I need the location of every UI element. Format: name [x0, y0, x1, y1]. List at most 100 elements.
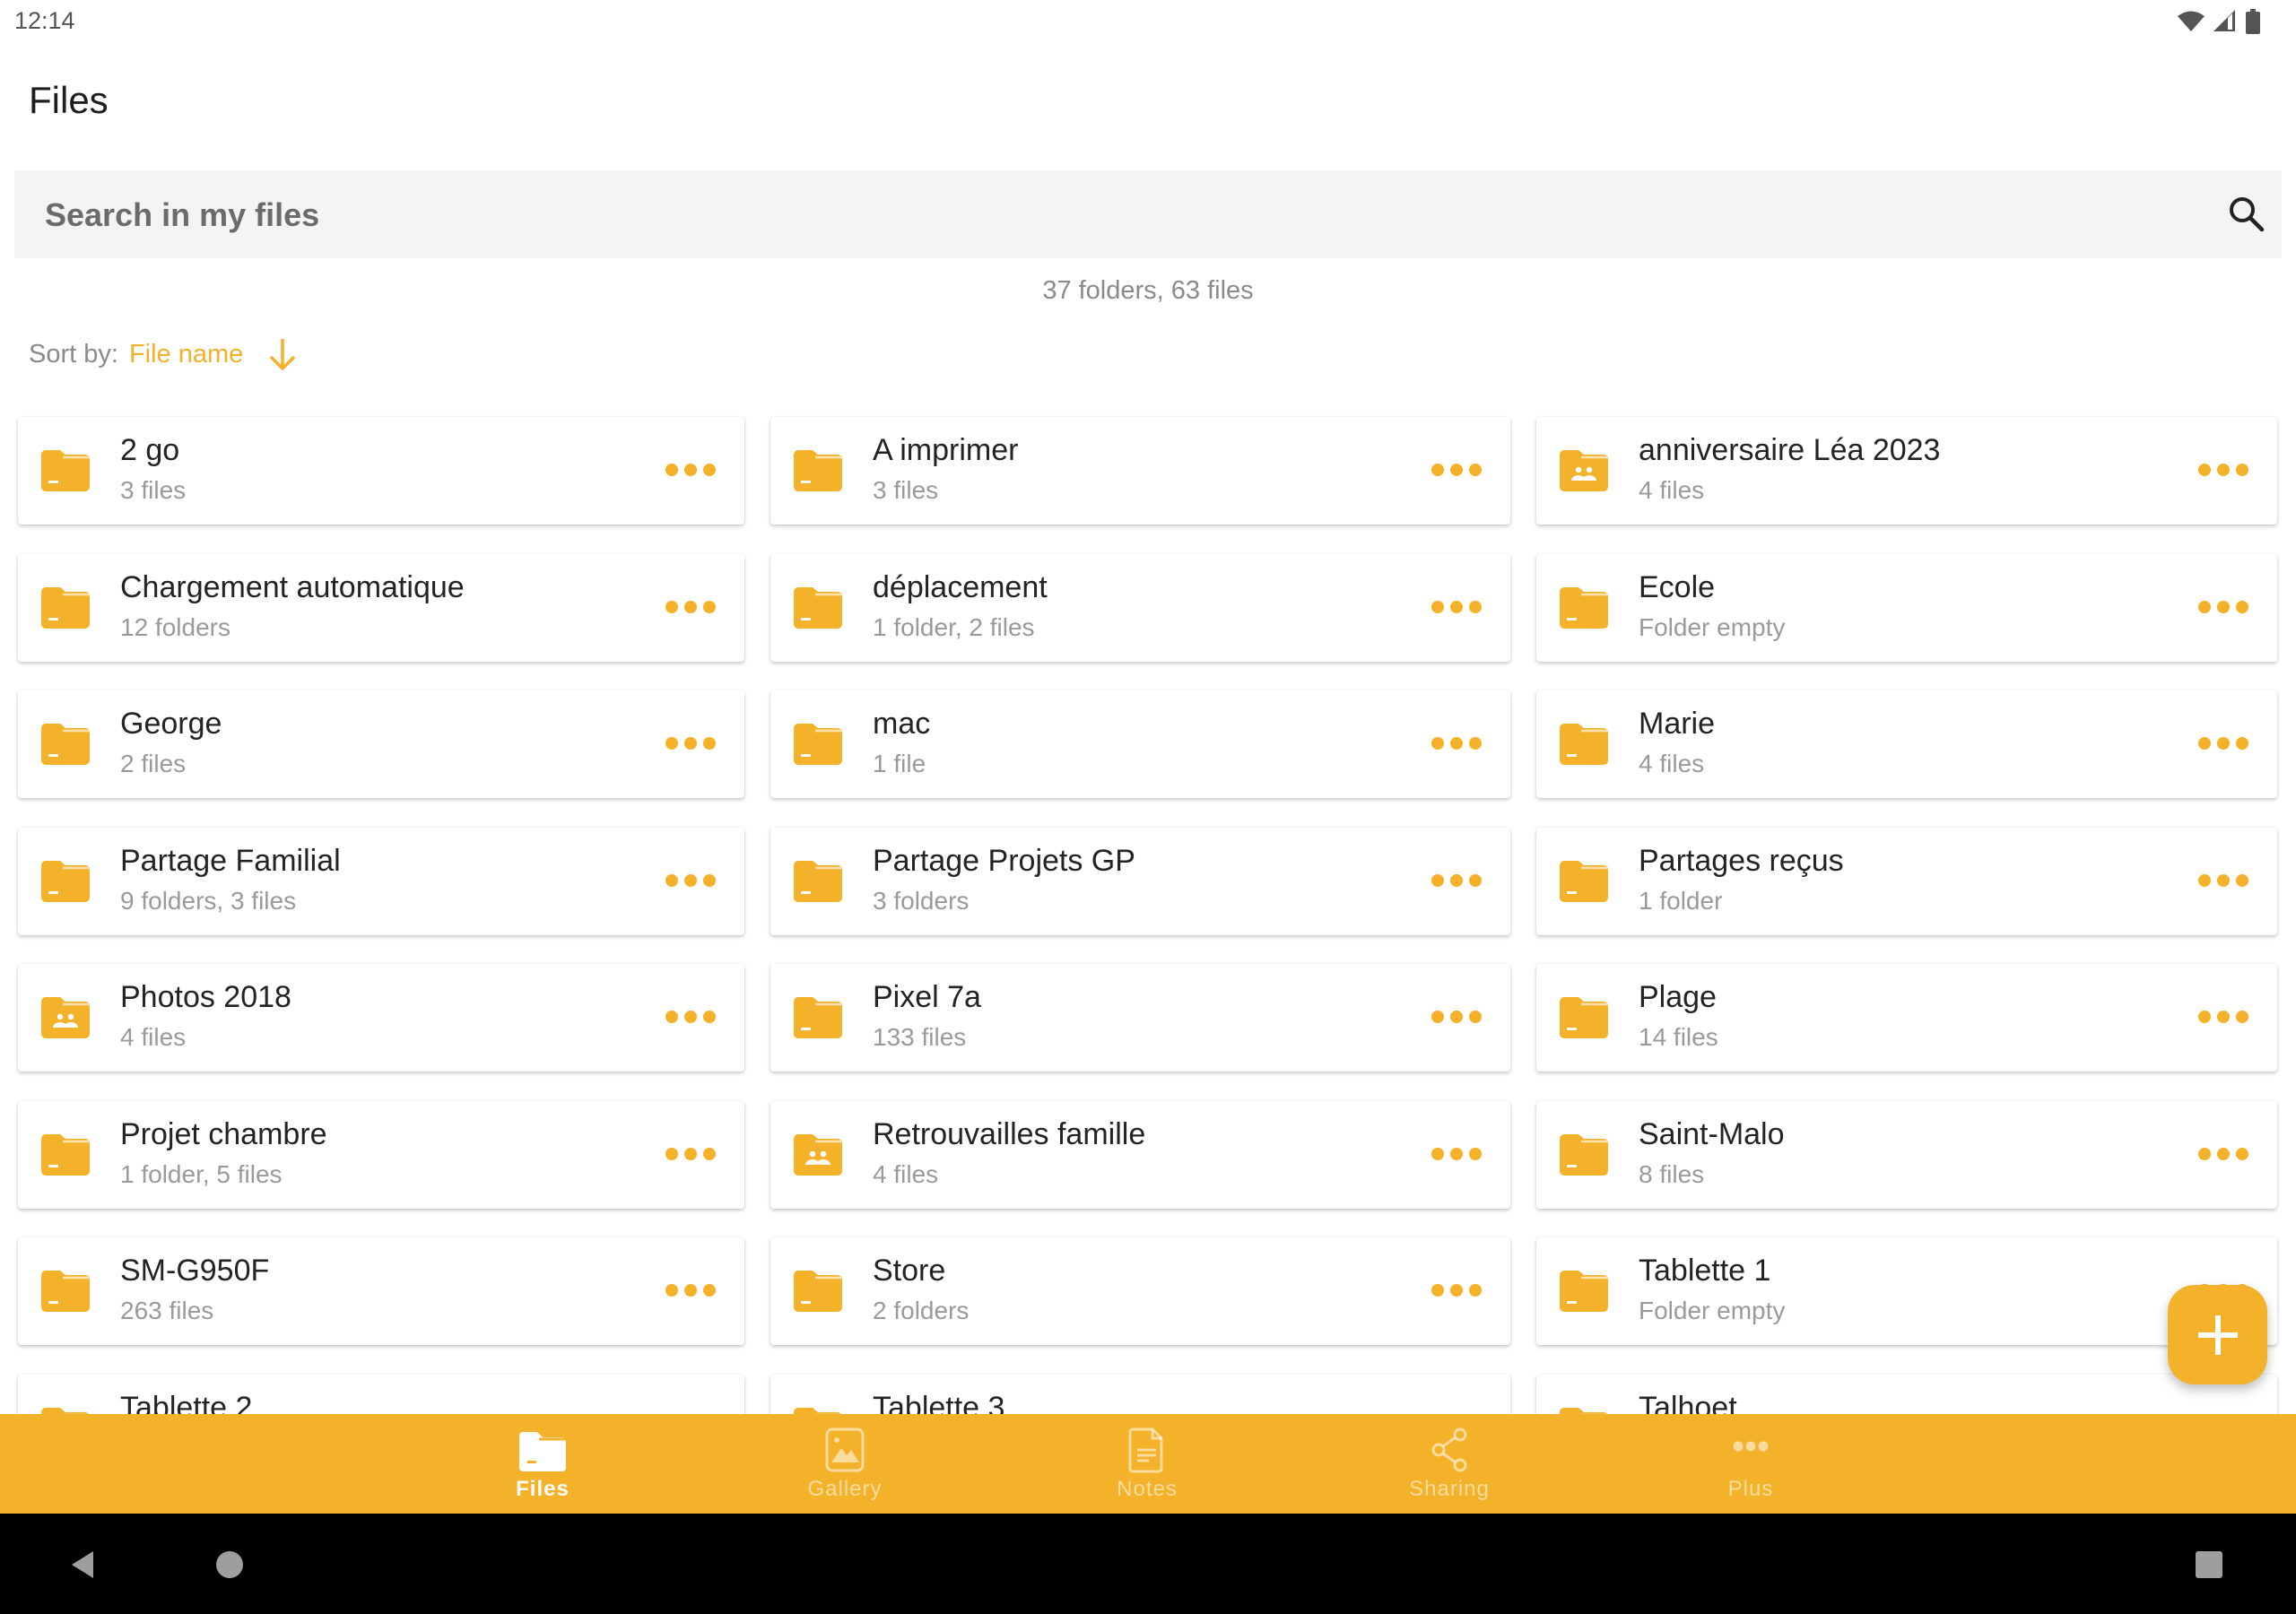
dot [665, 600, 678, 613]
dot [703, 1011, 716, 1023]
folder-info: 1 folder, 2 files [873, 612, 1035, 641]
folder-card[interactable]: anniversaire Léa 2023 4 files [1536, 417, 2277, 525]
dot [2236, 464, 2248, 476]
folder-name: Partage Familial [120, 843, 341, 878]
nav-gallery[interactable]: Gallery [746, 1414, 944, 1514]
folder-card[interactable]: Projet chambre 1 folder, 5 files [18, 1100, 744, 1209]
folder-name: Tablette 1 [1639, 1254, 1771, 1288]
nav-files[interactable]: Files [444, 1414, 641, 1514]
more-options-icon[interactable] [2198, 869, 2248, 892]
search-bar[interactable] [14, 170, 2282, 260]
home-button[interactable] [215, 1550, 244, 1579]
folder-info: 4 files [873, 1159, 939, 1188]
more-options-icon[interactable] [2198, 732, 2248, 755]
folder-icon [1560, 724, 1608, 765]
folder-card[interactable]: mac 1 file [770, 690, 1510, 798]
folder-card[interactable]: Marie 4 files [1536, 690, 2277, 798]
dot [703, 1284, 716, 1297]
recents-button[interactable] [2196, 1551, 2222, 1578]
folder-card[interactable]: Partages reçus 1 folder [1536, 827, 2277, 935]
folder-card[interactable]: SM-G950F 263 files [18, 1237, 744, 1345]
nav-sharing[interactable]: Sharing [1351, 1414, 1548, 1514]
nav-label: Sharing [1409, 1477, 1490, 1501]
more-options-icon[interactable] [665, 1279, 716, 1302]
search-icon[interactable] [2226, 194, 2267, 235]
folder-name: Chargement automatique [120, 569, 465, 604]
nav-label: Notes [1117, 1477, 1178, 1501]
folder-card[interactable]: déplacement 1 folder, 2 files [770, 553, 1510, 662]
folder-card[interactable]: Saint-Malo 8 files [1536, 1100, 2277, 1209]
folder-info: 8 files [1639, 1159, 1705, 1188]
dot [1450, 1147, 1463, 1160]
folder-card[interactable]: A imprimer 3 files [770, 417, 1510, 525]
dot [1431, 1011, 1444, 1023]
folder-icon [41, 450, 90, 491]
folder-card[interactable]: Ecole Folder empty [1536, 553, 2277, 662]
folder-info: 9 folders, 3 files [120, 886, 297, 915]
status-icons [2178, 9, 2260, 34]
folder-card[interactable]: Plage 14 files [1536, 964, 2277, 1072]
more-options-icon[interactable] [665, 732, 716, 755]
dot [703, 737, 716, 750]
folder-icon [41, 586, 90, 629]
folder-name: Partages reçus [1639, 843, 1844, 878]
search-input[interactable] [43, 170, 2109, 260]
folder-card[interactable]: Photos 2018 4 files [18, 964, 744, 1072]
more-options-icon[interactable] [2198, 1005, 2248, 1028]
sort-control[interactable]: Sort by: File name [29, 336, 299, 372]
more-options-icon[interactable] [1431, 732, 1482, 755]
folder-name: Plage [1639, 980, 1717, 1014]
nav-plus[interactable]: Plus [1652, 1414, 1849, 1514]
add-button[interactable] [2168, 1285, 2267, 1384]
back-button[interactable] [68, 1549, 97, 1580]
more-options-icon[interactable] [1431, 458, 1482, 482]
folder-card[interactable]: Chargement automatique 12 folders [18, 553, 744, 662]
folder-card[interactable]: 2 go 3 files [18, 417, 744, 525]
folder-card[interactable]: Store 2 folders [770, 1237, 1510, 1345]
folder-card[interactable]: Pixel 7a 133 files [770, 964, 1510, 1072]
folder-name: anniversaire Léa 2023 [1639, 433, 1941, 467]
folder-info: 4 files [1639, 750, 1705, 777]
folder-card[interactable]: Talhoet [1536, 1374, 2277, 1414]
dot [2236, 873, 2248, 887]
folder-info: 1 file [873, 750, 926, 777]
more-options-icon[interactable] [1431, 1142, 1482, 1166]
dot [1469, 600, 1482, 613]
dot [2198, 1147, 2211, 1160]
dot [2198, 464, 2211, 476]
folder-card[interactable]: Tablette 2 [18, 1374, 744, 1414]
folder-card[interactable]: Partage Projets GP 3 folders [770, 827, 1510, 935]
more-options-icon[interactable] [2198, 1142, 2248, 1166]
folder-card[interactable]: George 2 files [18, 690, 744, 798]
more-options-icon[interactable] [665, 1142, 716, 1166]
more-options-icon[interactable] [1431, 1279, 1482, 1302]
folder-info: Folder empty [1639, 612, 1786, 641]
more-options-icon[interactable] [1431, 1005, 1482, 1028]
arrow-down-icon[interactable] [266, 336, 299, 372]
folder-name: Photos 2018 [120, 980, 291, 1014]
more-options-icon[interactable] [1431, 869, 1482, 892]
folder-name: Retrouvailles famille [873, 1116, 1146, 1151]
more-options-icon[interactable] [665, 458, 716, 482]
more-options-icon[interactable] [665, 869, 716, 892]
folder-card[interactable]: Tablette 1 Folder empty [1536, 1237, 2277, 1345]
dot [2236, 1147, 2248, 1160]
folder-name: Ecole [1639, 569, 1716, 604]
more-options-icon[interactable] [665, 1005, 716, 1028]
folder-card[interactable]: Tablette 3 [770, 1374, 1510, 1414]
more-options-icon[interactable] [2198, 458, 2248, 482]
folder-info: 3 files [873, 476, 939, 504]
folder-card[interactable]: Partage Familial 9 folders, 3 files [18, 827, 744, 935]
nav-notes[interactable]: Notes [1048, 1414, 1246, 1514]
more-options-icon[interactable] [1431, 595, 1482, 619]
dot [1450, 873, 1463, 887]
folder-icon [794, 724, 842, 765]
dot [2198, 600, 2211, 613]
dot [703, 1147, 716, 1160]
dot [684, 1147, 697, 1160]
sort-field-selector[interactable]: File name [129, 340, 243, 369]
folder-card[interactable]: Retrouvailles famille 4 files [770, 1100, 1510, 1209]
more-options-icon[interactable] [665, 595, 716, 619]
dot [1431, 1284, 1444, 1297]
more-options-icon[interactable] [2198, 595, 2248, 619]
